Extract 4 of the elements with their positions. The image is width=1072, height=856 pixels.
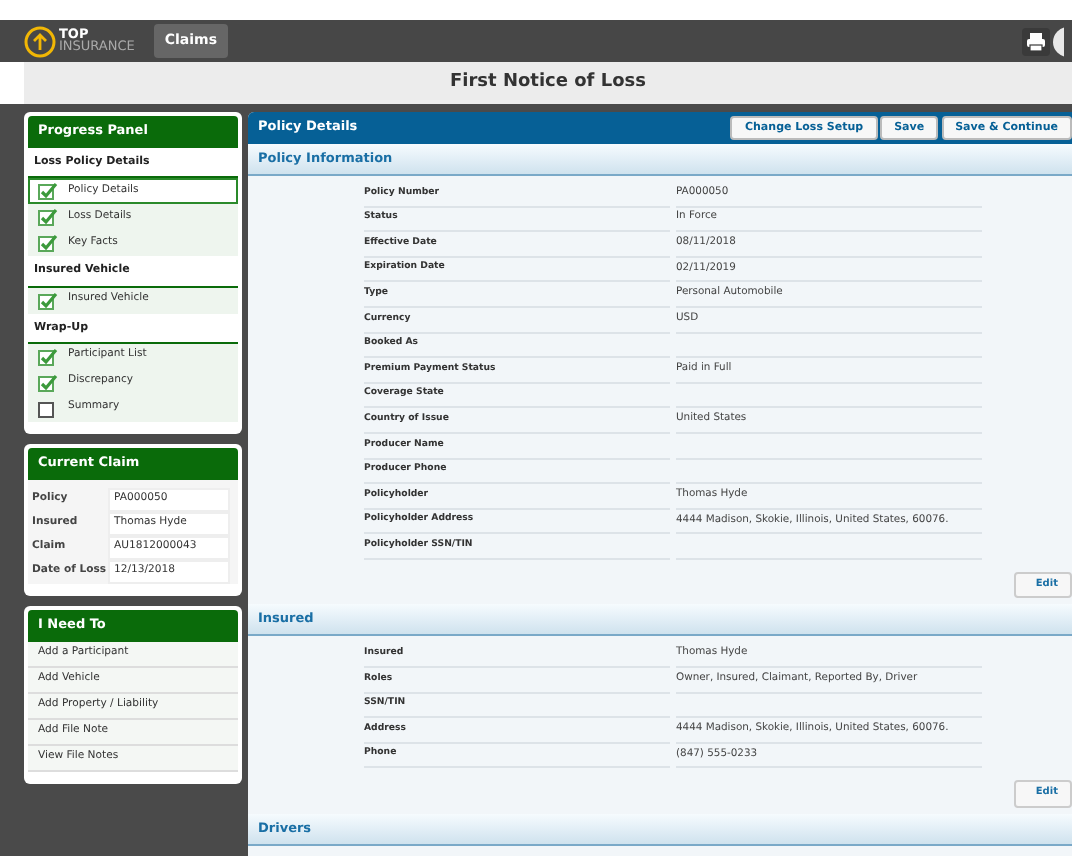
print-icon[interactable] (1021, 27, 1049, 55)
page-title: First Notice of Loss (449, 69, 646, 96)
logo-icon (24, 25, 56, 57)
avatar-icon[interactable] (1052, 25, 1064, 57)
